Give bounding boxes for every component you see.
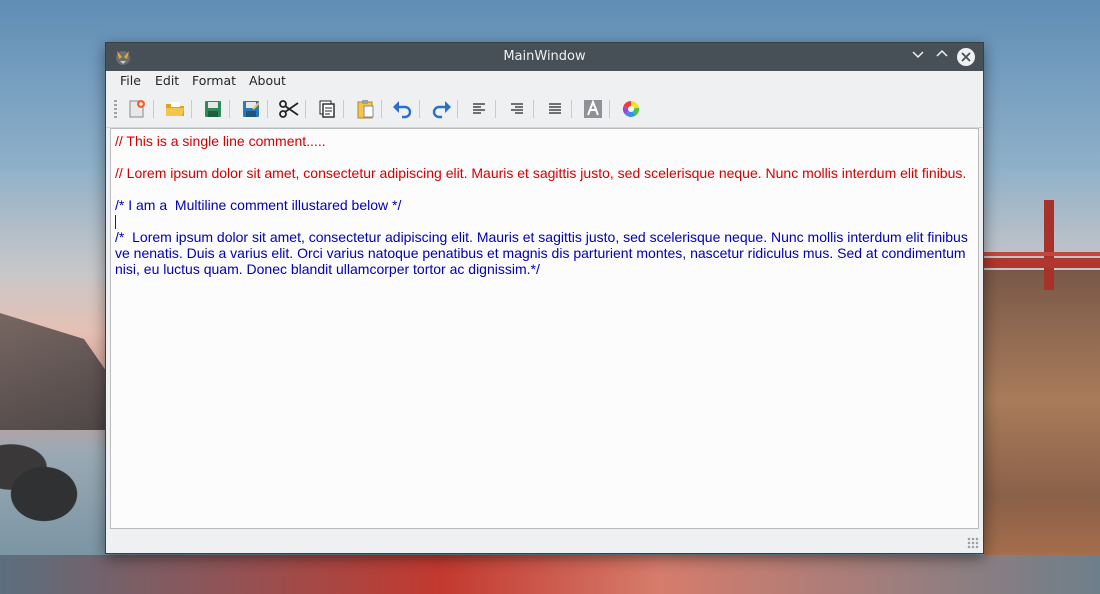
- chevron-up-icon: [936, 49, 948, 57]
- text-cursor: [115, 215, 116, 230]
- editor-line: /* Lorem ipsum dolor sit amet, consectet…: [115, 229, 972, 278]
- minimize-button[interactable]: [909, 48, 927, 66]
- save-icon[interactable]: [202, 98, 224, 120]
- undo-icon[interactable]: [392, 98, 414, 120]
- font-icon[interactable]: [582, 98, 604, 120]
- editor-line-cursor: [115, 213, 974, 230]
- menu-file[interactable]: File: [120, 73, 141, 88]
- color-picker-icon[interactable]: [620, 98, 642, 120]
- main-window: MainWindow File Edit Format About // Thi…: [105, 42, 984, 554]
- menu-edit[interactable]: Edit: [155, 73, 179, 88]
- redo-icon[interactable]: [430, 98, 452, 120]
- close-icon: [961, 52, 971, 62]
- paste-icon[interactable]: [354, 98, 376, 120]
- desktop-hill: [0, 313, 120, 430]
- save-as-icon[interactable]: [240, 98, 262, 120]
- desktop-bridge: [984, 200, 1100, 290]
- align-left-icon[interactable]: [468, 98, 490, 120]
- titlebar[interactable]: MainWindow: [106, 43, 983, 71]
- menubar: File Edit Format About: [106, 71, 983, 91]
- editor-line: // This is a single line comment.....: [115, 133, 326, 149]
- open-folder-icon[interactable]: [164, 98, 186, 120]
- window-title: MainWindow: [503, 49, 586, 64]
- justify-icon[interactable]: [544, 98, 566, 120]
- maximize-button[interactable]: [933, 48, 951, 66]
- copy-icon[interactable]: [316, 98, 338, 120]
- chevron-down-icon: [912, 51, 924, 59]
- editor-line: /* I am a Multiline comment illustared b…: [115, 197, 402, 213]
- text-editor[interactable]: // This is a single line comment..... //…: [110, 128, 979, 529]
- menu-format[interactable]: Format: [192, 73, 236, 88]
- align-right-icon[interactable]: [506, 98, 528, 120]
- resize-grip[interactable]: [967, 537, 979, 549]
- desktop-water: [0, 555, 1100, 594]
- status-bar: [106, 529, 983, 553]
- menu-about[interactable]: About: [249, 73, 286, 88]
- toolbar-grip[interactable]: [114, 100, 117, 118]
- desktop-shore: [984, 270, 1100, 594]
- desktop-rocks: [0, 440, 110, 530]
- close-button[interactable]: [957, 48, 975, 66]
- editor-line: // Lorem ipsum dolor sit amet, consectet…: [115, 165, 967, 181]
- toolbar: [106, 91, 983, 128]
- cut-icon[interactable]: [278, 98, 300, 120]
- new-file-icon[interactable]: [126, 98, 148, 120]
